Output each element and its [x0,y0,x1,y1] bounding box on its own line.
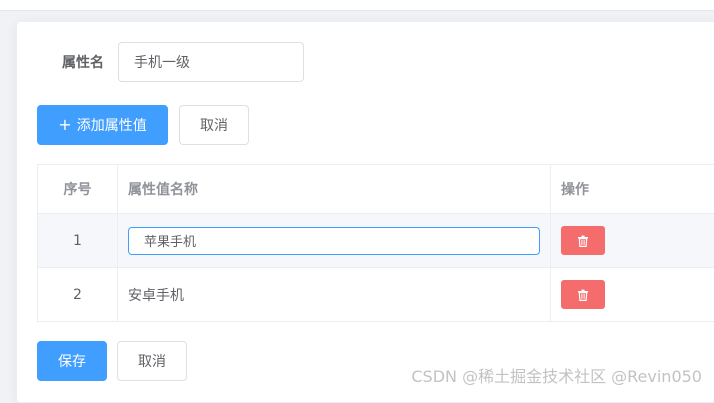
row-value-text: 安卓手机 [118,268,551,321]
top-header-strip [0,0,714,11]
row-value-cell [118,214,551,267]
save-button[interactable]: 保存 [37,341,107,381]
table-row: 1 [38,214,714,268]
attr-values-table: 序号 属性值名称 操作 1 [37,164,714,322]
save-button-label: 保存 [58,351,86,371]
watermark-text: CSDN @稀土掘金技术社区 @Revin050 [411,363,702,387]
header-value-name: 属性值名称 [118,165,551,213]
delete-button[interactable] [561,280,605,309]
row-actions [551,268,714,321]
attribute-edit-card: 属性名 + 添加属性值 取消 序号 属性值名称 操作 1 [16,21,714,403]
row-index: 2 [38,268,118,321]
add-attr-value-label: 添加属性值 [77,115,147,135]
value-edit-input[interactable] [128,227,540,255]
trash-icon [577,289,589,301]
attr-name-input[interactable] [118,42,304,82]
footer-cancel-label: 取消 [138,351,166,371]
header-actions: 操作 [551,165,714,213]
cancel-button-label: 取消 [200,115,228,135]
delete-button[interactable] [561,226,605,255]
footer-cancel-button[interactable]: 取消 [117,341,187,381]
cancel-button[interactable]: 取消 [179,105,249,145]
row-index: 1 [38,214,118,267]
trash-icon [577,235,589,247]
plus-icon: + [58,117,71,133]
header-index: 序号 [38,165,118,213]
add-attr-value-button[interactable]: + 添加属性值 [37,105,168,145]
table-row: 2 安卓手机 [38,268,714,322]
attr-name-form-row: 属性名 [17,42,417,82]
row-actions [551,214,714,267]
attr-name-label: 属性名 [62,52,104,72]
table-header-row: 序号 属性值名称 操作 [38,165,714,214]
